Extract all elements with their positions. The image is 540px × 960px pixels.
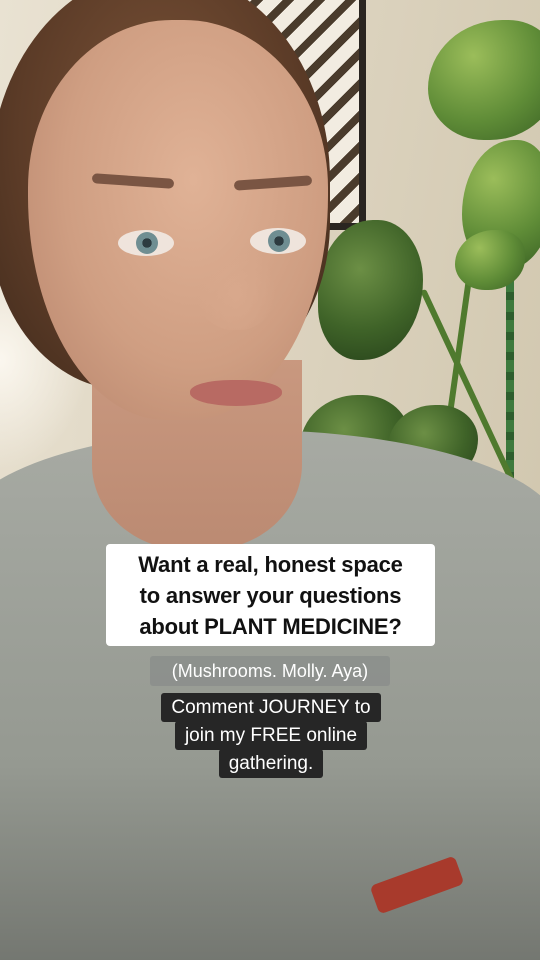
headline-line: about PLANT MEDICINE?	[139, 614, 402, 639]
cta-line: gathering.	[218, 749, 324, 778]
headline-line: Want a real, honest space	[138, 552, 403, 577]
headline-caption: Want a real, honest space to answer your…	[106, 544, 435, 646]
video-frame	[0, 0, 540, 960]
person-mouth	[190, 380, 282, 406]
headline-line: to answer your questions	[139, 583, 402, 608]
cta-line: Comment JOURNEY to	[161, 693, 381, 722]
cta-line: join my FREE online	[174, 721, 368, 750]
left-eye	[118, 230, 174, 256]
person-face	[28, 20, 328, 420]
call-to-action-caption: Comment JOURNEY to join my FREE online g…	[150, 693, 392, 778]
subtitle-caption: (Mushrooms. Molly. Aya)	[150, 656, 390, 686]
person-nose	[196, 240, 276, 330]
